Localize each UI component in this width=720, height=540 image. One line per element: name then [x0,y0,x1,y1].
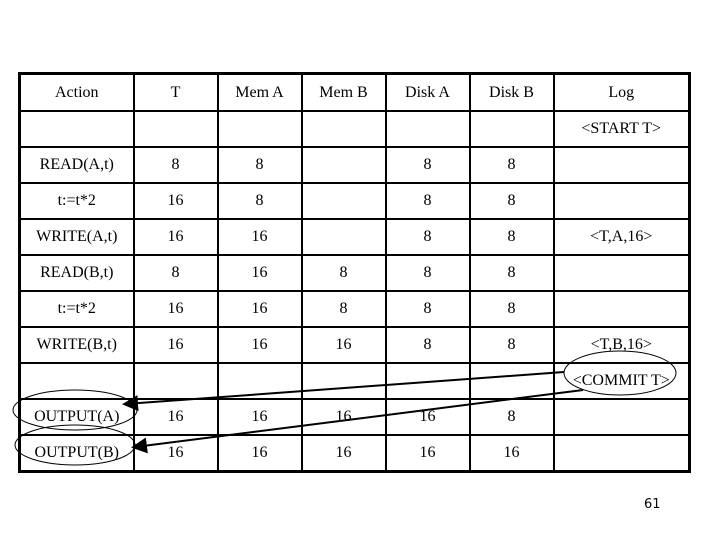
table-cell: WRITE(B,t) [18,326,135,364]
header-row: Action T Mem A Mem B Disk A Disk B Log [18,72,691,112]
table-cell [384,110,471,148]
table-body: <START T> READ(A,t) 8 8 8 8 t:=t*2 16 8 8 8 WRITE(A… [18,110,691,473]
table-row: READ(A,t) 8 8 8 8 [18,146,691,184]
table-cell: 16 [300,434,387,473]
column-header: Mem B [300,72,387,112]
column-header: T [132,72,219,112]
table-cell: READ(B,t) [18,254,135,292]
table-cell: t:=t*2 [18,290,135,328]
table-cell: 8 [300,254,387,292]
table-cell: <T,A,16> [552,218,691,256]
table-cell: 16 [216,398,303,436]
table-cell [468,110,555,148]
table-cell: 16 [132,182,219,220]
table-row: WRITE(A,t) 16 16 8 8 <T,A,16> [18,218,691,256]
table-cell [552,182,691,220]
table-cell: 16 [300,326,387,364]
table-cell [468,362,555,400]
table-cell [18,110,135,148]
table-cell [300,110,387,148]
page-number: 61 [644,497,661,512]
table-cell: 16 [216,434,303,473]
table-cell: 16 [384,398,471,436]
column-header: Log [552,72,691,112]
table-cell [384,362,471,400]
table-cell: <START T> [552,110,691,148]
table-cell [132,110,219,148]
table-cell [216,110,303,148]
table-cell: 16 [216,290,303,328]
table-row: READ(B,t) 8 16 8 8 8 [18,254,691,292]
table-cell [300,146,387,184]
table-cell: 8 [468,254,555,292]
table-cell: OUTPUT(A) [18,398,135,436]
table-cell: 16 [132,290,219,328]
table-cell: t:=t*2 [18,182,135,220]
table-cell: 16 [132,326,219,364]
table-cell: 16 [132,398,219,436]
column-header: Action [18,72,135,112]
table-cell: 16 [300,398,387,436]
table-cell [132,362,219,400]
table-cell [552,146,691,184]
table-cell: <T,B,16> [552,326,691,364]
table-cell: 8 [132,254,219,292]
table-cell: OUTPUT(B) [18,434,135,473]
table-cell: 8 [384,326,471,364]
table-cell: 8 [216,146,303,184]
table-row: t:=t*2 16 16 8 8 8 [18,290,691,328]
column-header: Mem A [216,72,303,112]
table-cell: 8 [468,290,555,328]
table-cell [300,218,387,256]
table-cell: 16 [384,434,471,473]
table-cell: 16 [216,218,303,256]
table-cell: 8 [384,254,471,292]
table-cell: 16 [216,326,303,364]
table-cell: 8 [384,218,471,256]
table-cell: 8 [132,146,219,184]
table-cell [552,290,691,328]
table-cell [300,362,387,400]
table-cell: WRITE(A,t) [18,218,135,256]
table-cell [216,362,303,400]
table-row: t:=t*2 16 8 8 8 [18,182,691,220]
column-header: Disk A [384,72,471,112]
table-cell: 8 [384,182,471,220]
table-cell: READ(A,t) [18,146,135,184]
table-cell: 8 [468,218,555,256]
table-cell: 8 [468,326,555,364]
table-row: <COMMIT T> [18,362,691,400]
table-cell: 8 [468,398,555,436]
table-cell: 16 [132,434,219,473]
table-cell [552,398,691,436]
table-row: <START T> [18,110,691,148]
table-row: OUTPUT(A) 16 16 16 16 8 [18,398,691,436]
table-cell [552,254,691,292]
table-cell: 8 [468,182,555,220]
table-cell: 8 [300,290,387,328]
table-cell [552,434,691,473]
column-header: Disk B [468,72,555,112]
table-row: WRITE(B,t) 16 16 16 8 8 <T,B,16> [18,326,691,364]
slide: Action T Mem A Mem B Disk A Disk B Log <START … [0,0,720,540]
table-cell: 8 [216,182,303,220]
table-cell: 16 [132,218,219,256]
table-cell [18,362,135,400]
table-cell [300,182,387,220]
table-cell: 8 [384,290,471,328]
undo-log-table: Action T Mem A Mem B Disk A Disk B Log <START … [18,72,691,473]
table-cell: <COMMIT T> [552,362,691,400]
table-cell: 16 [468,434,555,473]
table-cell: 8 [384,146,471,184]
table-cell: 16 [216,254,303,292]
table-cell: 8 [468,146,555,184]
table-row: OUTPUT(B) 16 16 16 16 16 [18,434,691,473]
